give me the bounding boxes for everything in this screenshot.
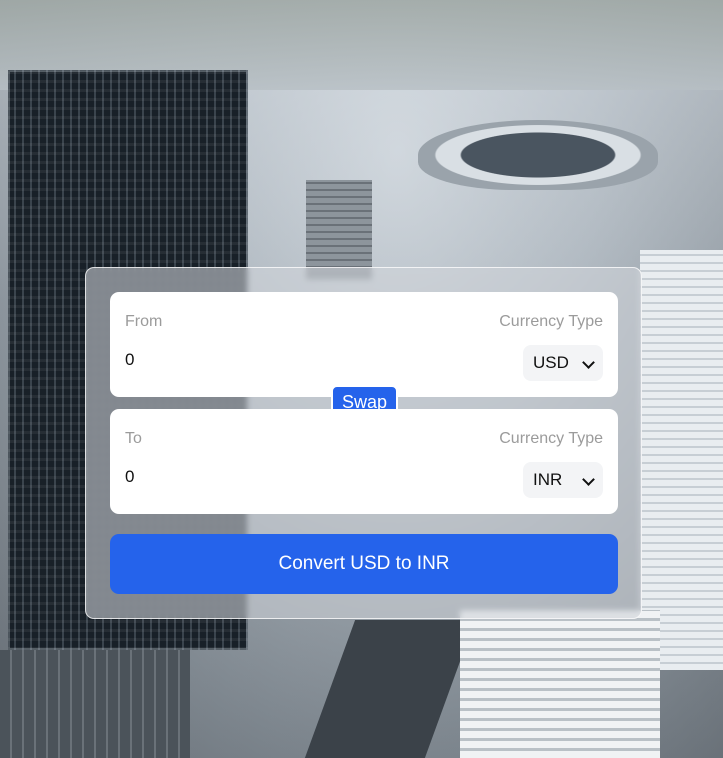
convert-button[interactable]: Convert USD to INR xyxy=(110,534,618,594)
from-panel: From Currency Type USD xyxy=(110,292,618,397)
from-amount-input[interactable] xyxy=(125,350,385,370)
from-currency-value: USD xyxy=(533,353,569,372)
background-building-bottom-left xyxy=(0,650,190,758)
background-road xyxy=(304,620,476,758)
to-label: To xyxy=(125,430,142,447)
from-currency-select[interactable]: USD xyxy=(523,345,603,381)
from-label: From xyxy=(125,313,163,330)
background-building-bottom-right xyxy=(460,610,660,758)
background-tower-right xyxy=(640,250,723,670)
converter-card: From Currency Type USD Swap To Currency … xyxy=(85,267,642,619)
to-amount-input[interactable] xyxy=(125,467,385,487)
from-currency-type-label: Currency Type xyxy=(499,313,603,330)
to-currency-type-label: Currency Type xyxy=(499,430,603,447)
chevron-down-icon xyxy=(582,473,595,486)
chevron-down-icon xyxy=(582,356,595,369)
to-currency-select[interactable]: INR xyxy=(523,462,603,498)
to-panel: To Currency Type INR xyxy=(110,409,618,514)
background-building xyxy=(306,180,372,280)
to-currency-value: INR xyxy=(533,470,563,489)
background-stadium xyxy=(418,120,658,190)
